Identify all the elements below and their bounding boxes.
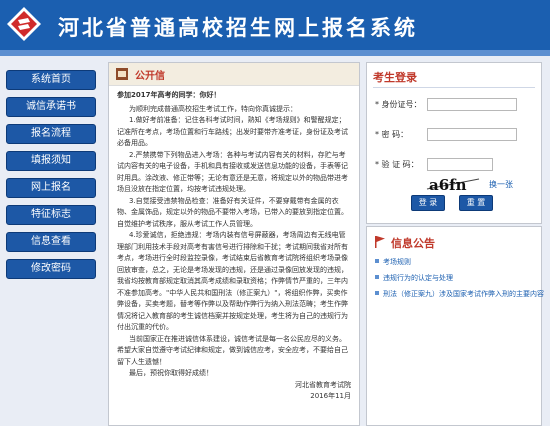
nav-features[interactable]: 特征标志	[6, 205, 96, 225]
notice-item[interactable]: 违规行为的认定与处理	[375, 273, 539, 283]
password-label: * 密 码：	[375, 130, 409, 139]
nav-process[interactable]: 报名流程	[6, 124, 96, 144]
letter-paragraph-6: 最后，预祝你取得好成绩！	[129, 369, 213, 377]
reset-button[interactable]: 重 置	[459, 195, 493, 211]
notice-title: 信息公告	[391, 237, 435, 250]
id-number-label: * 身份证号：	[375, 100, 422, 109]
notice-panel: 信息公告 考场规则 违规行为的认定与处理 刑法（修正案九）涉及国家考试作弊入刑的…	[366, 226, 544, 426]
site-title: 河北省普通高校招生网上报名系统	[58, 16, 418, 40]
nav-instructions[interactable]: 填报须知	[6, 151, 96, 171]
nav-info-view[interactable]: 信息查看	[6, 232, 96, 252]
open-letter-panel: 公开信 参加2017年高考的同学：你好！ 为顺利完成普通高校招生考试工作，特向你…	[108, 62, 360, 426]
letter-date: 2016年11月	[310, 392, 351, 400]
letter-paragraph-3: 3.自觉接受违禁物品检查：准备好有关证件，不要穿戴带有金属的衣物、金属饰品，规定…	[117, 196, 348, 228]
flag-icon	[375, 236, 385, 248]
nav-home[interactable]: 系统首页	[6, 70, 96, 90]
letter-paragraph-1: 1.做好考前准备：记住各科考试时间，熟知《考场规则》和警醒规定；记准所在考点，考…	[117, 116, 348, 147]
letter-paragraph-4: 4.珍爱诚信，拒绝违规：考场内装有信号屏蔽器，考场周边有无线电管理部门利用技术手…	[117, 231, 348, 331]
side-nav: 系统首页 诚信承诺书 报名流程 填报须知 网上报名 特征标志 信息查看 修改密码	[6, 70, 96, 286]
id-number-input[interactable]	[427, 98, 517, 111]
captcha-label: * 验 证 码：	[375, 160, 419, 169]
nav-online-registration[interactable]: 网上报名	[6, 178, 96, 198]
letter-intro: 为顺利完成普通高校招生考试工作，特向你真诚提示：	[129, 104, 297, 113]
open-letter-header: 公开信	[109, 63, 359, 86]
captcha-image[interactable]: a6fn	[423, 173, 483, 195]
captcha-input[interactable]	[427, 158, 493, 171]
login-divider	[373, 87, 535, 88]
password-input[interactable]	[427, 128, 517, 141]
login-button[interactable]: 登 录	[411, 195, 445, 211]
notice-list: 考场规则 违规行为的认定与处理 刑法（修正案九）涉及国家考试作弊入刑的主要内容	[375, 257, 544, 305]
header-subbar	[0, 50, 550, 56]
letter-greeting: 参加2017年高考的同学：你好！	[117, 91, 221, 99]
login-panel: 考生登录 * 身份证号： * 密 码： * 验 证 码： a6fn 换一张 登 …	[366, 62, 542, 224]
letter-paragraph-2: 2.严禁携带下列物品进入考场：各种与考试内容有关的材料，存贮与考试内容有关的电子…	[117, 150, 348, 194]
captcha-text: a6fn	[429, 176, 467, 194]
letter-signature: 河北省教育考试院	[295, 380, 351, 389]
notice-item[interactable]: 考场规则	[375, 257, 539, 267]
letter-paragraph-5: 当前国家正在推进诚信体系建设，诚信考试是每一名公民应尽的义务。希望大家自觉遵守考…	[117, 334, 348, 366]
header-bar: 河北省普通高校招生网上报名系统	[0, 0, 550, 50]
nav-integrity-pledge[interactable]: 诚信承诺书	[6, 97, 96, 117]
letter-icon	[116, 68, 128, 80]
change-captcha-link[interactable]: 换一张	[489, 179, 513, 190]
logo-icon	[7, 7, 41, 41]
open-letter-body: 参加2017年高考的同学：你好！ 为顺利完成普通高校招生考试工作，特向你真诚提示…	[109, 86, 359, 407]
open-letter-title: 公开信	[135, 71, 165, 82]
notice-item[interactable]: 刑法（修正案九）涉及国家考试作弊入刑的主要内容	[375, 289, 544, 299]
nav-change-password[interactable]: 修改密码	[6, 259, 96, 279]
login-title: 考生登录	[373, 71, 417, 84]
